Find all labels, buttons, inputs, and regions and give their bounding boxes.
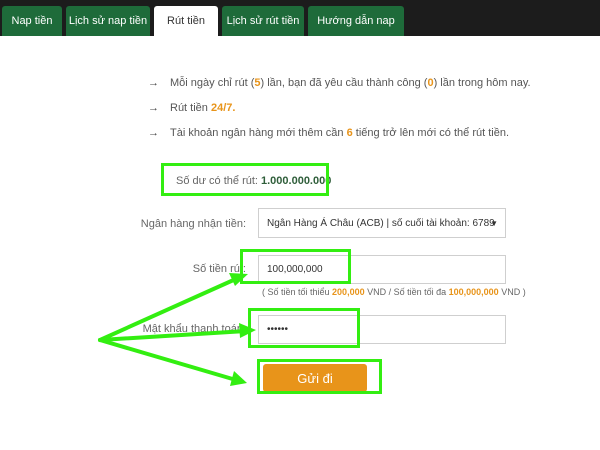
hint-text: VND ) — [498, 287, 526, 297]
hint-max: 100,000,000 — [448, 287, 499, 297]
payment-password-input[interactable] — [258, 315, 506, 344]
payment-password-label: Mật khẩu thanh toán: — [142, 323, 246, 335]
note-text: tiếng trở lên mới có thể rút tiền. — [352, 127, 510, 139]
bank-select[interactable]: Ngân Hàng Á Châu (ACB) | số cuối tài kho… — [258, 208, 506, 238]
tab-huong-dan-nap-tien[interactable]: Hướng dẫn nap tiền — [308, 6, 404, 57]
tab-nap-tien[interactable]: Nap tiền — [2, 6, 62, 36]
note-text: ) lần, bạn đã yêu cầu thành công ( — [260, 77, 428, 89]
arrow-right-icon: → — [148, 127, 159, 139]
amount-label: Số tiền rút: — [192, 263, 246, 275]
submit-button[interactable]: Gửi đi — [263, 364, 367, 392]
top-navigation-bar: Nap tiền Lịch sử nap tiền Rút tiền Lịch … — [0, 0, 600, 57]
hint-min: 200,000 — [332, 287, 365, 297]
arrow-right-icon: → — [148, 77, 159, 89]
balance-label: Số dư có thể rút: — [176, 175, 258, 187]
hint-text: VND / Số tiền tối đa — [364, 287, 449, 297]
amount-input[interactable] — [258, 255, 506, 284]
tab-rut-tien[interactable]: Rút tiền — [154, 6, 218, 36]
arrow-right-icon: → — [148, 102, 159, 114]
tab-lich-su-rut-tien[interactable]: Lịch sử rút tiền — [222, 6, 304, 36]
note-text: Rút tiền — [170, 102, 211, 114]
amount-limit-hint: ( Số tiền tối thiểu 200,000 VND / Số tiề… — [262, 287, 526, 297]
bank-selected-value: Ngân Hàng Á Châu (ACB) | số cuối tài kho… — [267, 218, 495, 229]
note-text: Mỗi ngày chỉ rút ( — [170, 77, 255, 89]
hint-text: ( Số tiền tối thiểu — [262, 287, 333, 297]
bank-label: Ngân hàng nhận tiền: — [140, 218, 246, 230]
tab-lich-su-nap-tien[interactable]: Lịch sử nap tiền — [66, 6, 150, 36]
note-text: Tài khoản ngân hàng mới thêm cần — [170, 127, 347, 139]
balance-value: 1.000.000.000 — [261, 175, 332, 187]
chevron-down-icon: ▼ — [490, 219, 498, 228]
availability-text: 24/7. — [210, 102, 236, 114]
note-text: ) lần trong hôm nay. — [433, 77, 531, 89]
